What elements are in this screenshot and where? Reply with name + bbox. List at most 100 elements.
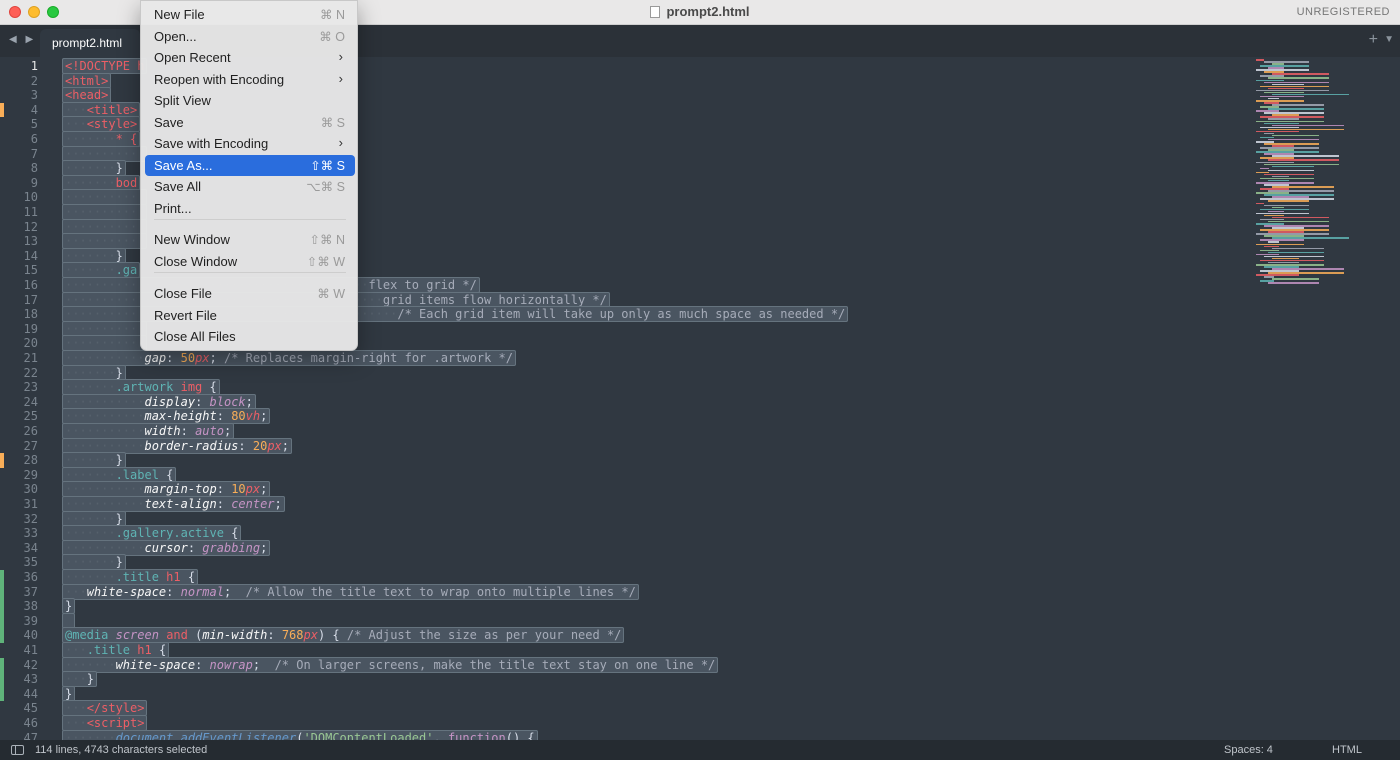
menu-item-print[interactable]: Print... bbox=[145, 198, 355, 219]
menu-item-save[interactable]: Save ⌘ S bbox=[145, 112, 355, 133]
menu-item-close-window[interactable]: Close Window ⇧⌘ W bbox=[145, 251, 355, 272]
document-icon bbox=[650, 6, 661, 18]
code-line-1[interactable]: <!DOCTYPE h bbox=[62, 58, 148, 74]
line-number: 35 bbox=[23, 555, 38, 570]
menu-item-open[interactable]: Open... ⌘ O bbox=[145, 26, 355, 47]
line-number: 42 bbox=[23, 657, 38, 672]
menu-item-new-window[interactable]: New Window ⇧⌘ N bbox=[145, 229, 355, 250]
code-line-12[interactable]: ··········· bbox=[62, 218, 148, 235]
code-line-14[interactable]: ·······} bbox=[62, 247, 126, 264]
code-line-10[interactable]: ··········· bbox=[62, 189, 148, 206]
code-line-47[interactable]: ·······document.addEventListener('DOMCon… bbox=[62, 729, 538, 740]
menu-item-label: Save All bbox=[154, 179, 201, 194]
menu-item-save-as[interactable]: Save As... ⇧⌘ S bbox=[145, 154, 355, 176]
code-line-9[interactable]: ·······bod bbox=[62, 174, 141, 191]
code-line-23[interactable]: ·······.artwork img { bbox=[62, 379, 220, 396]
menu-item-close-all-files[interactable]: Close All Files bbox=[145, 326, 355, 347]
code-line-45[interactable]: ···</style> bbox=[62, 700, 148, 717]
code-line-8[interactable]: ·······} bbox=[62, 160, 126, 177]
code-line-20[interactable]: ··········· bbox=[62, 335, 148, 352]
line-number: 47 bbox=[23, 730, 38, 740]
indentation-status[interactable]: Spaces: 4 bbox=[1224, 744, 1273, 756]
menu-item-reopen-with-encoding[interactable]: Reopen with Encoding › bbox=[145, 69, 355, 90]
line-number: 7 bbox=[30, 146, 38, 161]
code-line-4[interactable]: ···<title> bbox=[62, 101, 141, 118]
minimap-line bbox=[1272, 165, 1314, 168]
tab-nav-arrows-icon[interactable]: ◀ ▶ bbox=[9, 34, 36, 45]
code-line-30[interactable]: ···········margin-top: 10px; bbox=[62, 481, 271, 498]
line-number: 33 bbox=[23, 526, 38, 541]
syntax-status[interactable]: HTML bbox=[1332, 744, 1362, 756]
menu-item-label: New Window bbox=[154, 232, 230, 247]
code-line-7[interactable]: ··········· bbox=[62, 145, 148, 162]
menu-item-save-all[interactable]: Save All ⌥⌘ S bbox=[145, 176, 355, 197]
code-line-11[interactable]: ··········· bbox=[62, 204, 148, 220]
code-line-40[interactable]: @media screen and (min-width: 768px) { /… bbox=[62, 627, 625, 644]
minimap-line bbox=[1268, 200, 1309, 202]
new-tab-icon[interactable]: + bbox=[1369, 31, 1378, 49]
menu-separator bbox=[154, 219, 346, 220]
tab-menu-icon[interactable]: ▼ bbox=[1384, 34, 1394, 45]
minimap[interactable] bbox=[1256, 59, 1390, 289]
menu-item-shortcut: ⌘ S bbox=[320, 115, 345, 130]
code-line-43[interactable]: ···} bbox=[62, 671, 97, 688]
code-line-19[interactable]: ··········· bbox=[62, 320, 148, 337]
code-line-13[interactable]: ··········· bbox=[62, 233, 148, 250]
file-menu-dropdown: New File ⌘ N Open... ⌘ O Open Recent › Reopen … bbox=[140, 0, 358, 351]
code-line-21[interactable]: ···········gap: 50px; /* Replaces margin… bbox=[62, 350, 516, 366]
code-line-6[interactable]: ·······* { bbox=[62, 131, 141, 147]
minimap-line bbox=[1256, 274, 1299, 276]
code-line-39[interactable] bbox=[62, 612, 76, 629]
code-line-15[interactable]: ·······.ga bbox=[62, 262, 141, 279]
line-number: 12 bbox=[23, 219, 38, 234]
menu-item-label: New File bbox=[154, 7, 205, 22]
minimap-line bbox=[1260, 239, 1304, 241]
line-number: 25 bbox=[23, 409, 38, 424]
line-number: 19 bbox=[23, 321, 38, 336]
code-line-26[interactable]: ···········width: auto; bbox=[62, 423, 235, 439]
side-panel-toggle-icon[interactable] bbox=[11, 745, 24, 755]
code-line-22[interactable]: ·······} bbox=[62, 364, 126, 381]
code-line-34[interactable]: ···········cursor: grabbing; bbox=[62, 539, 271, 556]
submenu-chevron-icon: › bbox=[338, 70, 343, 86]
menu-item-new-file[interactable]: New File ⌘ N bbox=[145, 4, 355, 25]
menu-item-shortcut: ⌘ N bbox=[320, 8, 345, 22]
selection-status: 114 lines, 4743 characters selected bbox=[35, 744, 208, 756]
code-line-3[interactable]: <head> bbox=[62, 87, 112, 104]
line-number: 2 bbox=[30, 73, 38, 88]
code-line-27[interactable]: ···········border-radius: 20px; bbox=[62, 437, 292, 454]
code-line-44[interactable]: } bbox=[62, 685, 76, 702]
menu-item-close-file[interactable]: Close File ⌘ W bbox=[145, 283, 355, 304]
line-number: 24 bbox=[23, 394, 38, 409]
code-line-36[interactable]: ·······.title h1 { bbox=[62, 569, 199, 585]
code-line-37[interactable]: ···white-space: normal; /* Allow the tit… bbox=[62, 583, 639, 600]
code-line-25[interactable]: ···········max-height: 80vh; bbox=[62, 408, 271, 425]
code-line-33[interactable]: ·······.gallery.active { bbox=[62, 525, 242, 542]
code-line-29[interactable]: ·······.label { bbox=[62, 466, 177, 483]
line-number: 38 bbox=[23, 599, 38, 614]
code-line-41[interactable]: ···.title h1 { bbox=[62, 642, 170, 658]
line-number: 41 bbox=[23, 643, 38, 657]
menu-item-split-view[interactable]: Split View bbox=[145, 90, 355, 111]
line-number: 15 bbox=[23, 263, 38, 278]
menu-item-save-with-encoding[interactable]: Save with Encoding › bbox=[145, 133, 355, 154]
line-number: 18 bbox=[23, 307, 38, 322]
code-line-2[interactable]: <html> bbox=[62, 72, 112, 89]
line-number-gutter: 1 2 3 4 5 6 7 8 9 10 11 12 13 14 15 16 17 18 19 20 21 22 23 24 2… bbox=[0, 57, 58, 740]
code-line-38[interactable]: } bbox=[62, 598, 76, 615]
code-line-5[interactable]: ···<style> bbox=[62, 116, 141, 133]
menu-separator bbox=[154, 272, 346, 273]
tab-prompt2-html[interactable]: prompt2.html bbox=[40, 29, 140, 57]
code-line-42[interactable]: ·······white-space: nowrap; /* On larger… bbox=[62, 656, 719, 673]
code-line-35[interactable]: ·······} bbox=[62, 554, 126, 571]
minimap-line bbox=[1272, 247, 1324, 250]
menu-item-shortcut: ⌘ O bbox=[319, 29, 345, 44]
code-line-46[interactable]: ···<script> bbox=[62, 715, 148, 731]
menu-item-revert-file[interactable]: Revert File bbox=[145, 305, 355, 326]
code-line-24[interactable]: ···········display: block; bbox=[62, 393, 256, 410]
menu-item-open-recent[interactable]: Open Recent › bbox=[145, 47, 355, 68]
code-line-28[interactable]: ·······} bbox=[62, 452, 126, 469]
code-line-31[interactable]: ···········text-align: center; bbox=[62, 496, 285, 512]
code-line-32[interactable]: ·······} bbox=[62, 510, 126, 527]
line-number: 36 bbox=[23, 570, 38, 584]
